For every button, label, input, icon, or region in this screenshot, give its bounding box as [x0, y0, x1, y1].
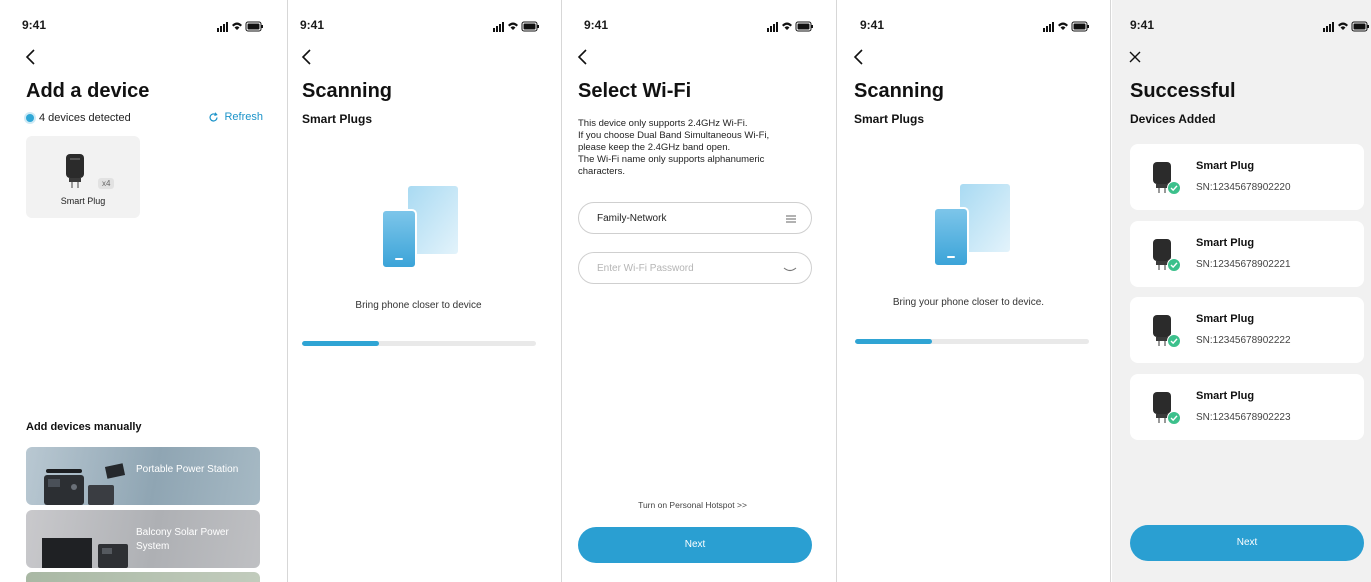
- status-icons: [493, 21, 539, 32]
- added-device-sn: SN:12345678902221: [1196, 259, 1291, 270]
- added-device-name: Smart Plug: [1196, 160, 1255, 172]
- scan-message: Bring your phone closer to device.: [892, 297, 1045, 308]
- manual-item-balcony-solar[interactable]: Balcony Solar Power System: [26, 510, 260, 568]
- scan-message: Bring phone closer to device: [355, 300, 482, 311]
- wifi-description-line: The Wi-Fi name only supports alphanumeri…: [578, 154, 765, 165]
- devices-detected-status: 4 devices detected: [26, 112, 131, 124]
- screen-scanning-2: 9:41 Scanning Smart Plugs Bring your pho…: [838, 0, 1099, 582]
- check-icon: [1167, 181, 1181, 195]
- page-title: Add a device: [26, 80, 150, 102]
- status-bar: 9:41: [838, 18, 1099, 34]
- check-icon: [1167, 334, 1181, 348]
- eye-closed-icon[interactable]: [783, 263, 797, 275]
- added-device-card[interactable]: Smart Plug SN:12345678902220: [1130, 144, 1364, 210]
- status-bar: 9:41: [1112, 18, 1371, 34]
- manual-item-label: Balcony Solar Power System: [136, 527, 229, 552]
- wifi-password-placeholder: Enter Wi-Fi Password: [597, 263, 694, 274]
- status-icons: [767, 21, 813, 32]
- wifi-description: This device only supports 2.4GHz Wi-Fi. …: [578, 118, 814, 178]
- close-icon[interactable]: [1128, 50, 1142, 64]
- manual-item-portable-power-station[interactable]: Portable Power Station: [26, 447, 260, 505]
- status-time: 9:41: [584, 18, 609, 32]
- page-title: Select Wi-Fi: [578, 80, 692, 102]
- refresh-label: Refresh: [224, 111, 263, 123]
- status-icons: [1323, 21, 1369, 32]
- refresh-button[interactable]: Refresh: [208, 111, 263, 123]
- status-icons: [1043, 21, 1089, 32]
- panel-divider: [836, 0, 837, 582]
- status-dot-icon: [26, 114, 34, 122]
- panel-divider: [1110, 0, 1111, 582]
- back-chevron-icon[interactable]: [24, 48, 38, 66]
- wifi-description-line: characters.: [578, 166, 625, 177]
- status-bar: 9:41: [288, 18, 549, 34]
- devices-detected-text: 4 devices detected: [39, 112, 131, 124]
- added-device-card[interactable]: Smart Plug SN:12345678902222: [1130, 297, 1364, 363]
- smart-plug-icon: [66, 154, 84, 188]
- status-bar: 9:41: [12, 18, 273, 34]
- scan-progress-bar: [302, 341, 536, 346]
- detected-device-card[interactable]: x4 Smart Plug: [26, 136, 140, 218]
- screen-add-device: 9:41 Add a device 4 devices detected Ref…: [12, 0, 273, 582]
- page-subtitle: Smart Plugs: [302, 112, 373, 126]
- wifi-description-line: This device only supports 2.4GHz Wi-Fi.: [578, 118, 748, 129]
- status-time: 9:41: [300, 18, 325, 32]
- check-icon: [1167, 258, 1181, 272]
- scan-progress-bar: [855, 339, 1089, 344]
- screen-select-wifi: 9:41 Select Wi-Fi This device only suppo…: [562, 0, 823, 582]
- status-bar: 9:41: [562, 18, 823, 34]
- status-time: 9:41: [1130, 18, 1155, 32]
- personal-hotspot-link[interactable]: Turn on Personal Hotspot >>: [562, 500, 823, 510]
- back-chevron-icon[interactable]: [576, 48, 590, 66]
- added-device-card[interactable]: Smart Plug SN:12345678902223: [1130, 374, 1364, 440]
- manual-item-label: Portable Power Station: [136, 464, 239, 475]
- wifi-description-line: If you choose Dual Band Simultaneous Wi-…: [578, 130, 770, 141]
- page-title: Successful: [1130, 80, 1236, 102]
- added-device-sn: SN:12345678902222: [1196, 335, 1291, 346]
- page-title: Scanning: [302, 80, 393, 102]
- added-device-sn: SN:12345678902220: [1196, 182, 1291, 193]
- scan-progress-fill: [855, 339, 933, 344]
- page-title: Scanning: [854, 80, 945, 102]
- wifi-description-line: please keep the 2.4GHz band open.: [578, 142, 731, 153]
- status-time: 9:41: [22, 18, 47, 32]
- wifi-network-value: Family-Network: [597, 213, 667, 224]
- wifi-network-field[interactable]: Family-Network: [578, 202, 812, 234]
- status-time: 9:41: [860, 18, 885, 32]
- added-device-name: Smart Plug: [1196, 390, 1255, 402]
- wifi-password-field[interactable]: Enter Wi-Fi Password: [578, 252, 812, 284]
- page-subtitle: Smart Plugs: [854, 112, 925, 126]
- back-chevron-icon[interactable]: [300, 48, 314, 66]
- next-button[interactable]: Next: [578, 527, 812, 563]
- manual-item-partial[interactable]: [26, 572, 260, 582]
- device-name: Smart Plug: [60, 196, 106, 206]
- screen-successful: 9:41 Successful Devices Added Smart Plug…: [1112, 0, 1371, 582]
- refresh-icon: [209, 111, 219, 121]
- check-icon: [1167, 411, 1181, 425]
- status-icons: [217, 21, 263, 32]
- power-station-image: [44, 463, 126, 505]
- added-device-name: Smart Plug: [1196, 313, 1255, 325]
- added-device-card[interactable]: Smart Plug SN:12345678902221: [1130, 221, 1364, 287]
- solar-system-image: [42, 538, 128, 568]
- next-button[interactable]: Next: [1130, 525, 1364, 561]
- manual-section-title: Add devices manually: [26, 421, 142, 433]
- list-icon[interactable]: [785, 213, 797, 225]
- back-chevron-icon[interactable]: [852, 48, 866, 66]
- added-device-sn: SN:12345678902223: [1196, 412, 1291, 423]
- device-count-badge: x4: [98, 178, 115, 189]
- phone-device-illustration: [381, 186, 458, 269]
- added-device-name: Smart Plug: [1196, 237, 1255, 249]
- scan-progress-fill: [302, 341, 380, 346]
- page-subtitle: Devices Added: [1130, 112, 1216, 126]
- screen-scanning: 9:41 Scanning Smart Plugs Bring phone cl…: [288, 0, 549, 582]
- phone-device-illustration: [933, 184, 1010, 267]
